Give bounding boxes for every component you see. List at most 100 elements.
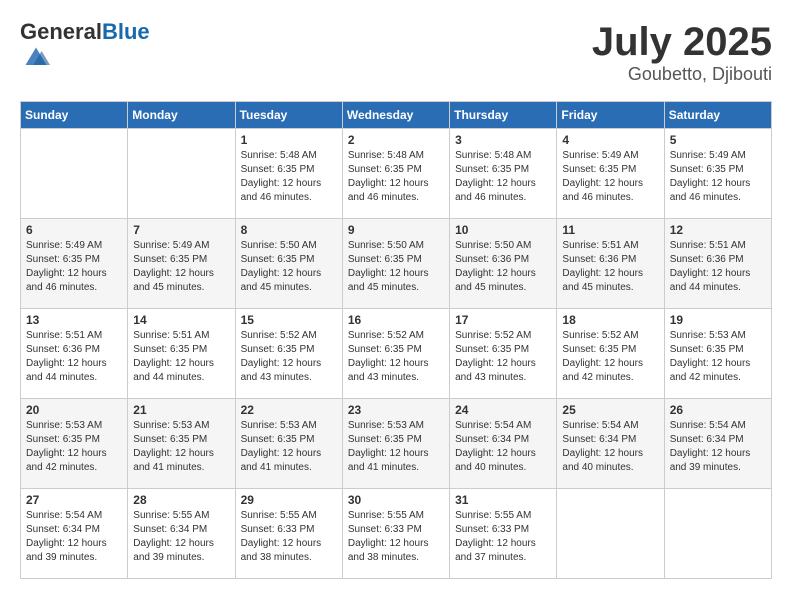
daylight-text: Daylight: 12 hours and 41 minutes. [133, 448, 214, 473]
daylight-text: Daylight: 12 hours and 46 minutes. [348, 178, 429, 203]
daylight-text: Daylight: 12 hours and 44 minutes. [133, 358, 214, 383]
calendar-day-cell: 22 Sunrise: 5:53 AM Sunset: 6:35 PM Dayl… [235, 399, 342, 489]
day-number: 7 [133, 223, 229, 237]
sunrise-text: Sunrise: 5:53 AM [26, 420, 102, 431]
calendar-day-cell [557, 489, 664, 579]
day-info: Sunrise: 5:49 AM Sunset: 6:35 PM Dayligh… [562, 149, 658, 205]
calendar-week-row: 13 Sunrise: 5:51 AM Sunset: 6:36 PM Dayl… [21, 309, 772, 399]
weekday-header-cell: Wednesday [342, 102, 449, 129]
day-info: Sunrise: 5:50 AM Sunset: 6:35 PM Dayligh… [241, 239, 337, 295]
day-number: 5 [670, 133, 766, 147]
day-info: Sunrise: 5:51 AM Sunset: 6:36 PM Dayligh… [562, 239, 658, 295]
day-number: 20 [26, 403, 122, 417]
day-info: Sunrise: 5:54 AM Sunset: 6:34 PM Dayligh… [26, 509, 122, 565]
day-info: Sunrise: 5:49 AM Sunset: 6:35 PM Dayligh… [26, 239, 122, 295]
calendar-body: 1 Sunrise: 5:48 AM Sunset: 6:35 PM Dayli… [21, 129, 772, 579]
day-number: 10 [455, 223, 551, 237]
daylight-text: Daylight: 12 hours and 45 minutes. [562, 268, 643, 293]
calendar-day-cell: 17 Sunrise: 5:52 AM Sunset: 6:35 PM Dayl… [450, 309, 557, 399]
sunrise-text: Sunrise: 5:48 AM [348, 150, 424, 161]
calendar-day-cell [21, 129, 128, 219]
day-number: 26 [670, 403, 766, 417]
sunset-text: Sunset: 6:35 PM [348, 164, 422, 175]
calendar-day-cell [128, 129, 235, 219]
day-info: Sunrise: 5:51 AM Sunset: 6:36 PM Dayligh… [670, 239, 766, 295]
calendar-day-cell: 21 Sunrise: 5:53 AM Sunset: 6:35 PM Dayl… [128, 399, 235, 489]
day-number: 2 [348, 133, 444, 147]
day-info: Sunrise: 5:54 AM Sunset: 6:34 PM Dayligh… [670, 419, 766, 475]
calendar-day-cell: 23 Sunrise: 5:53 AM Sunset: 6:35 PM Dayl… [342, 399, 449, 489]
sunrise-text: Sunrise: 5:55 AM [348, 510, 424, 521]
sunset-text: Sunset: 6:35 PM [26, 254, 100, 265]
daylight-text: Daylight: 12 hours and 46 minutes. [455, 178, 536, 203]
day-info: Sunrise: 5:53 AM Sunset: 6:35 PM Dayligh… [26, 419, 122, 475]
day-number: 6 [26, 223, 122, 237]
sunset-text: Sunset: 6:35 PM [562, 164, 636, 175]
day-number: 1 [241, 133, 337, 147]
day-info: Sunrise: 5:49 AM Sunset: 6:35 PM Dayligh… [133, 239, 229, 295]
daylight-text: Daylight: 12 hours and 45 minutes. [241, 268, 322, 293]
day-number: 18 [562, 313, 658, 327]
sunrise-text: Sunrise: 5:49 AM [26, 240, 102, 251]
sunrise-text: Sunrise: 5:51 AM [133, 330, 209, 341]
daylight-text: Daylight: 12 hours and 46 minutes. [562, 178, 643, 203]
calendar-day-cell: 1 Sunrise: 5:48 AM Sunset: 6:35 PM Dayli… [235, 129, 342, 219]
calendar-day-cell: 27 Sunrise: 5:54 AM Sunset: 6:34 PM Dayl… [21, 489, 128, 579]
day-info: Sunrise: 5:52 AM Sunset: 6:35 PM Dayligh… [348, 329, 444, 385]
day-number: 12 [670, 223, 766, 237]
day-info: Sunrise: 5:52 AM Sunset: 6:35 PM Dayligh… [241, 329, 337, 385]
calendar-day-cell: 9 Sunrise: 5:50 AM Sunset: 6:35 PM Dayli… [342, 219, 449, 309]
logo-general-text: General [20, 19, 102, 44]
calendar-day-cell: 6 Sunrise: 5:49 AM Sunset: 6:35 PM Dayli… [21, 219, 128, 309]
sunset-text: Sunset: 6:35 PM [348, 434, 422, 445]
calendar-day-cell: 3 Sunrise: 5:48 AM Sunset: 6:35 PM Dayli… [450, 129, 557, 219]
sunset-text: Sunset: 6:34 PM [455, 434, 529, 445]
sunrise-text: Sunrise: 5:48 AM [241, 150, 317, 161]
day-number: 31 [455, 493, 551, 507]
day-number: 22 [241, 403, 337, 417]
day-info: Sunrise: 5:48 AM Sunset: 6:35 PM Dayligh… [455, 149, 551, 205]
daylight-text: Daylight: 12 hours and 41 minutes. [241, 448, 322, 473]
daylight-text: Daylight: 12 hours and 45 minutes. [133, 268, 214, 293]
daylight-text: Daylight: 12 hours and 42 minutes. [26, 448, 107, 473]
daylight-text: Daylight: 12 hours and 43 minutes. [241, 358, 322, 383]
sunset-text: Sunset: 6:35 PM [455, 344, 529, 355]
calendar-day-cell [664, 489, 771, 579]
daylight-text: Daylight: 12 hours and 46 minutes. [670, 178, 751, 203]
calendar-day-cell: 10 Sunrise: 5:50 AM Sunset: 6:36 PM Dayl… [450, 219, 557, 309]
calendar-day-cell: 13 Sunrise: 5:51 AM Sunset: 6:36 PM Dayl… [21, 309, 128, 399]
day-info: Sunrise: 5:54 AM Sunset: 6:34 PM Dayligh… [562, 419, 658, 475]
day-info: Sunrise: 5:52 AM Sunset: 6:35 PM Dayligh… [455, 329, 551, 385]
sunrise-text: Sunrise: 5:54 AM [455, 420, 531, 431]
calendar-week-row: 6 Sunrise: 5:49 AM Sunset: 6:35 PM Dayli… [21, 219, 772, 309]
calendar-week-row: 20 Sunrise: 5:53 AM Sunset: 6:35 PM Dayl… [21, 399, 772, 489]
sunrise-text: Sunrise: 5:49 AM [670, 150, 746, 161]
day-number: 9 [348, 223, 444, 237]
day-info: Sunrise: 5:55 AM Sunset: 6:33 PM Dayligh… [241, 509, 337, 565]
day-info: Sunrise: 5:55 AM Sunset: 6:34 PM Dayligh… [133, 509, 229, 565]
daylight-text: Daylight: 12 hours and 39 minutes. [670, 448, 751, 473]
sunrise-text: Sunrise: 5:55 AM [455, 510, 531, 521]
sunrise-text: Sunrise: 5:51 AM [670, 240, 746, 251]
sunset-text: Sunset: 6:35 PM [670, 164, 744, 175]
month-title: July 2025 [592, 20, 772, 64]
day-number: 14 [133, 313, 229, 327]
daylight-text: Daylight: 12 hours and 41 minutes. [348, 448, 429, 473]
sunrise-text: Sunrise: 5:53 AM [670, 330, 746, 341]
calendar-day-cell: 26 Sunrise: 5:54 AM Sunset: 6:34 PM Dayl… [664, 399, 771, 489]
sunset-text: Sunset: 6:35 PM [348, 344, 422, 355]
sunrise-text: Sunrise: 5:50 AM [348, 240, 424, 251]
calendar-day-cell: 14 Sunrise: 5:51 AM Sunset: 6:35 PM Dayl… [128, 309, 235, 399]
day-info: Sunrise: 5:55 AM Sunset: 6:33 PM Dayligh… [455, 509, 551, 565]
logo-icon [22, 44, 50, 72]
calendar-day-cell: 31 Sunrise: 5:55 AM Sunset: 6:33 PM Dayl… [450, 489, 557, 579]
sunrise-text: Sunrise: 5:54 AM [670, 420, 746, 431]
weekday-header-cell: Thursday [450, 102, 557, 129]
day-info: Sunrise: 5:52 AM Sunset: 6:35 PM Dayligh… [562, 329, 658, 385]
sunrise-text: Sunrise: 5:53 AM [241, 420, 317, 431]
sunset-text: Sunset: 6:35 PM [241, 344, 315, 355]
sunrise-text: Sunrise: 5:50 AM [455, 240, 531, 251]
day-info: Sunrise: 5:48 AM Sunset: 6:35 PM Dayligh… [241, 149, 337, 205]
calendar-day-cell: 29 Sunrise: 5:55 AM Sunset: 6:33 PM Dayl… [235, 489, 342, 579]
day-info: Sunrise: 5:50 AM Sunset: 6:36 PM Dayligh… [455, 239, 551, 295]
